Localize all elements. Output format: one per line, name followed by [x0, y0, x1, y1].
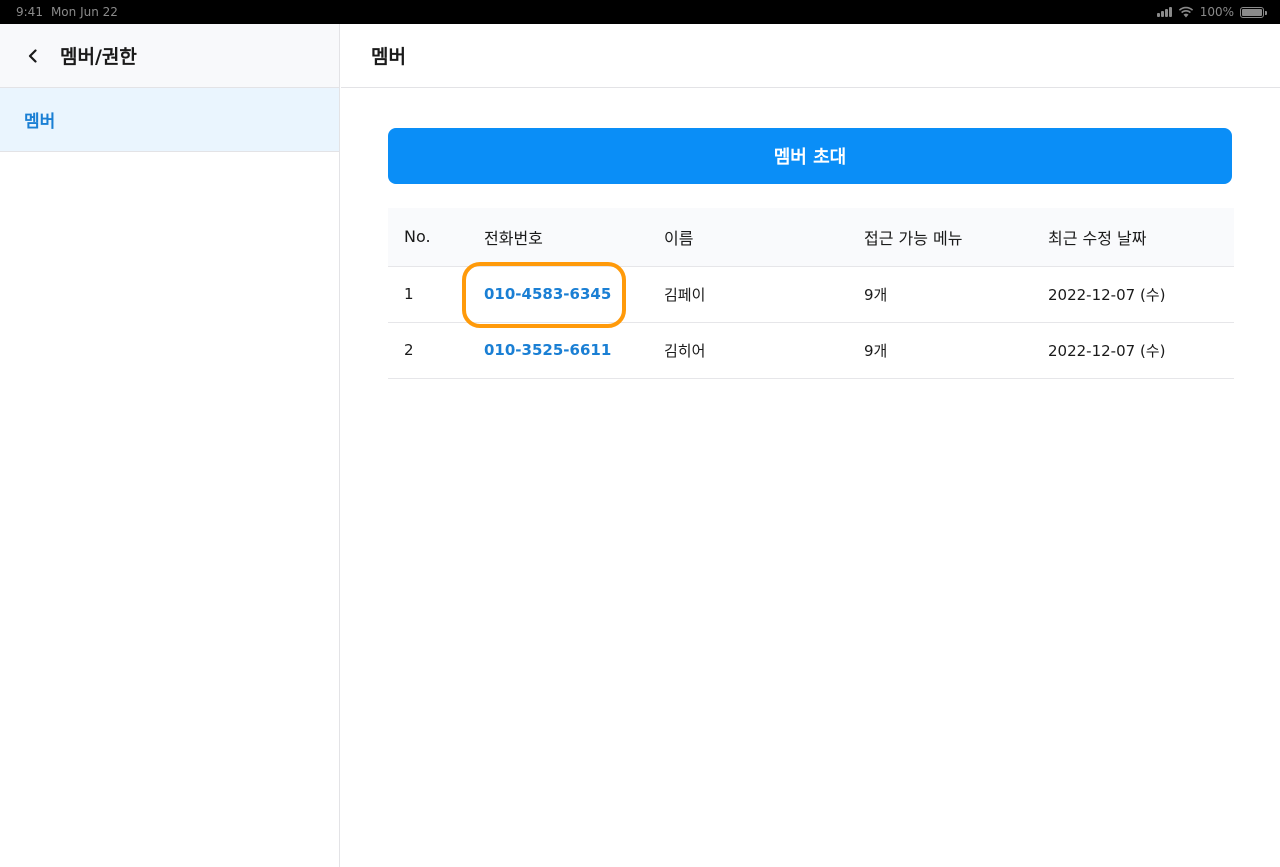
row-no: 2 — [388, 322, 484, 379]
cellular-signal-icon — [1156, 7, 1172, 17]
row-phone-cell: 010-4583-6345 — [462, 261, 664, 328]
header-no: No. — [388, 208, 484, 267]
row-date: 2022-12-07 (수) — [1048, 322, 1234, 379]
row-phone-cell: 010-3525-6611 — [484, 322, 664, 379]
sidebar-title: 멤버/권한 — [60, 46, 137, 68]
table-header-row: No. 전화번호 이름 접근 가능 메뉴 최근 수정 날짜 — [388, 208, 1234, 267]
wifi-icon — [1178, 6, 1193, 18]
row-menu-count: 9개 — [864, 266, 1048, 323]
sidebar: 멤버/권한 멤버 — [0, 24, 340, 867]
sidebar-item-label: 멤버 — [24, 112, 56, 132]
status-time: 9:41 — [16, 5, 43, 19]
status-date: Mon Jun 22 — [50, 5, 118, 19]
page-title: 멤버 — [371, 46, 406, 68]
table-row: 1 010-4583-6345 김페이 9개 2022-12-07 (수) — [388, 261, 1234, 328]
row-name: 김히어 — [664, 322, 864, 379]
row-no: 1 — [388, 266, 484, 323]
invite-member-button[interactable]: 멤버 초대 — [388, 128, 1232, 184]
main-header: 멤버 — [341, 24, 1280, 88]
row-date: 2022-12-07 (수) — [1048, 266, 1234, 323]
battery-icon — [1240, 6, 1267, 18]
status-bar: 9:41 Mon Jun 22 100% — [0, 0, 1280, 24]
back-chevron-icon[interactable] — [22, 45, 44, 67]
row-name: 김페이 — [664, 266, 864, 323]
battery-percent: 100% — [1199, 5, 1234, 19]
member-table: No. 전화번호 이름 접근 가능 메뉴 최근 수정 날짜 1 010-4583… — [388, 208, 1234, 379]
phone-link[interactable]: 010-4583-6345 — [484, 285, 611, 303]
sidebar-item-members[interactable]: 멤버 — [0, 88, 339, 152]
row-menu-count: 9개 — [864, 322, 1048, 379]
table-row: 2 010-3525-6611 김히어 9개 2022-12-07 (수) — [388, 322, 1234, 379]
header-phone: 전화번호 — [484, 208, 664, 267]
header-name: 이름 — [664, 208, 864, 267]
header-menu: 접근 가능 메뉴 — [864, 208, 1048, 267]
sidebar-header: 멤버/권한 — [0, 24, 339, 88]
phone-link[interactable]: 010-3525-6611 — [484, 341, 611, 359]
header-date: 최근 수정 날짜 — [1048, 208, 1234, 267]
main-panel: 멤버 멤버 초대 No. 전화번호 이름 접근 가능 메뉴 최근 수정 날짜 1… — [341, 24, 1280, 867]
